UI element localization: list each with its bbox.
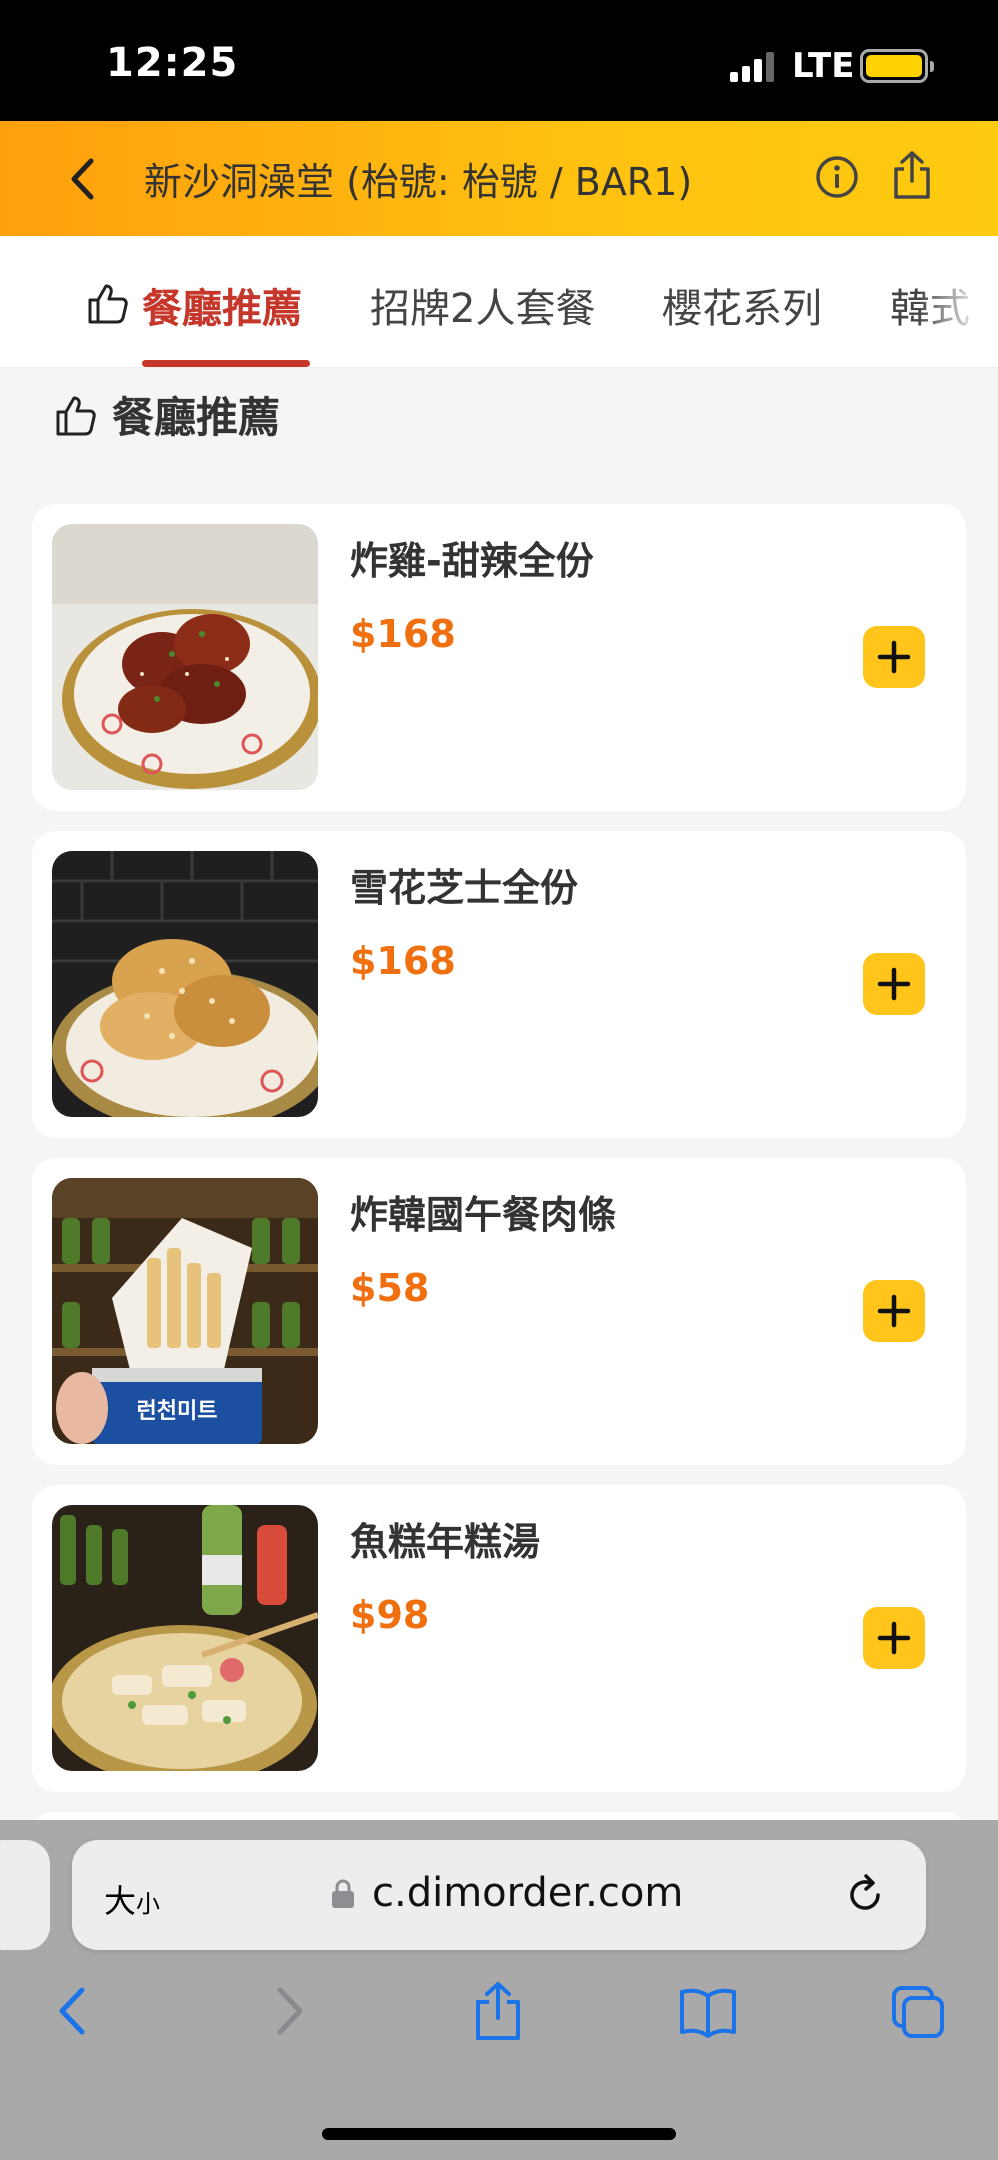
info-icon — [816, 156, 858, 198]
battery-icon — [860, 49, 934, 83]
plus-icon — [877, 640, 911, 674]
tabs-icon[interactable] — [888, 1980, 948, 2042]
reload-icon[interactable] — [842, 1872, 888, 1918]
thumbs-up-icon — [88, 284, 128, 324]
item-name: 炸韓國午餐肉條 — [350, 1193, 617, 1237]
back-button[interactable] — [60, 155, 104, 203]
item-price: $168 — [350, 612, 456, 656]
tab-sakura-series[interactable]: 櫻花系列 — [662, 276, 822, 334]
network-label: LTE — [792, 46, 855, 86]
section-heading: 餐廳推薦 — [52, 384, 280, 445]
text-size-button[interactable]: 大小 — [104, 1876, 160, 1922]
item-price: $168 — [350, 939, 456, 983]
plus-icon — [877, 967, 911, 1001]
lock-icon — [332, 1879, 354, 1908]
item-image-spam-fries[interactable]: 런천미트 — [52, 1178, 318, 1444]
info-button[interactable] — [814, 154, 860, 200]
item-price: $58 — [350, 1266, 430, 1310]
add-button[interactable] — [863, 1280, 925, 1342]
bookmarks-icon[interactable] — [678, 1980, 738, 2042]
item-image-fishcake-tteok-soup[interactable] — [52, 1505, 318, 1771]
category-tabs: 餐廳推薦 招牌2人套餐 櫻花系列 韓式 — [0, 236, 998, 368]
signal-icon — [730, 50, 776, 82]
chevron-left-icon — [71, 158, 94, 200]
menu-item[interactable]: 런천미트 炸韓國午餐肉條 $58 — [32, 1158, 966, 1465]
can-label: 런천미트 — [137, 1399, 218, 1424]
item-name: 雪花芝士全份 — [350, 866, 579, 910]
share-button[interactable] — [890, 149, 934, 201]
section-title: 餐廳推薦 — [112, 393, 281, 442]
add-button[interactable] — [863, 1607, 925, 1669]
item-name: 炸雞-甜辣全份 — [350, 539, 594, 583]
previous-tab[interactable] — [0, 1840, 50, 1950]
share-icon — [894, 151, 930, 199]
browser-share-icon[interactable] — [468, 1980, 528, 2042]
menu-item[interactable]: 魚糕年糕湯 $98 — [32, 1485, 966, 1792]
add-button[interactable] — [863, 626, 925, 688]
active-tab-indicator — [142, 360, 310, 367]
browser-forward-icon[interactable] — [258, 1980, 318, 2042]
browser-toolbar: 大小 c.dimorder.com — [0, 1820, 998, 2160]
plus-icon — [877, 1621, 911, 1655]
add-button[interactable] — [863, 953, 925, 1015]
header: 新沙洞澡堂 (枱號: 枱號 / BAR1) — [0, 121, 998, 236]
page-title: 新沙洞澡堂 (枱號: 枱號 / BAR1) — [144, 160, 693, 204]
home-indicator — [322, 2128, 676, 2140]
tab-signature-set[interactable]: 招牌2人套餐 — [370, 276, 595, 334]
browser-back-icon[interactable] — [44, 1980, 104, 2042]
status-bar: 12:25 LTE — [0, 0, 998, 121]
menu-item[interactable]: 雪花芝士全份 $168 — [32, 831, 966, 1138]
status-time: 12:25 — [106, 40, 239, 86]
thumbs-up-icon — [56, 396, 96, 435]
url-text: c.dimorder.com — [372, 1870, 684, 1916]
address-bar[interactable]: 大小 c.dimorder.com — [72, 1840, 926, 1950]
item-image-snow-cheese-chicken[interactable] — [52, 851, 318, 1117]
tab-recommended[interactable]: 餐廳推薦 — [142, 276, 302, 334]
item-name: 魚糕年糕湯 — [350, 1520, 541, 1564]
plus-icon — [877, 1294, 911, 1328]
item-image-fried-chicken[interactable] — [52, 524, 318, 790]
menu-item[interactable]: 炸雞-甜辣全份 $168 — [32, 504, 966, 811]
item-price: $98 — [350, 1593, 430, 1637]
